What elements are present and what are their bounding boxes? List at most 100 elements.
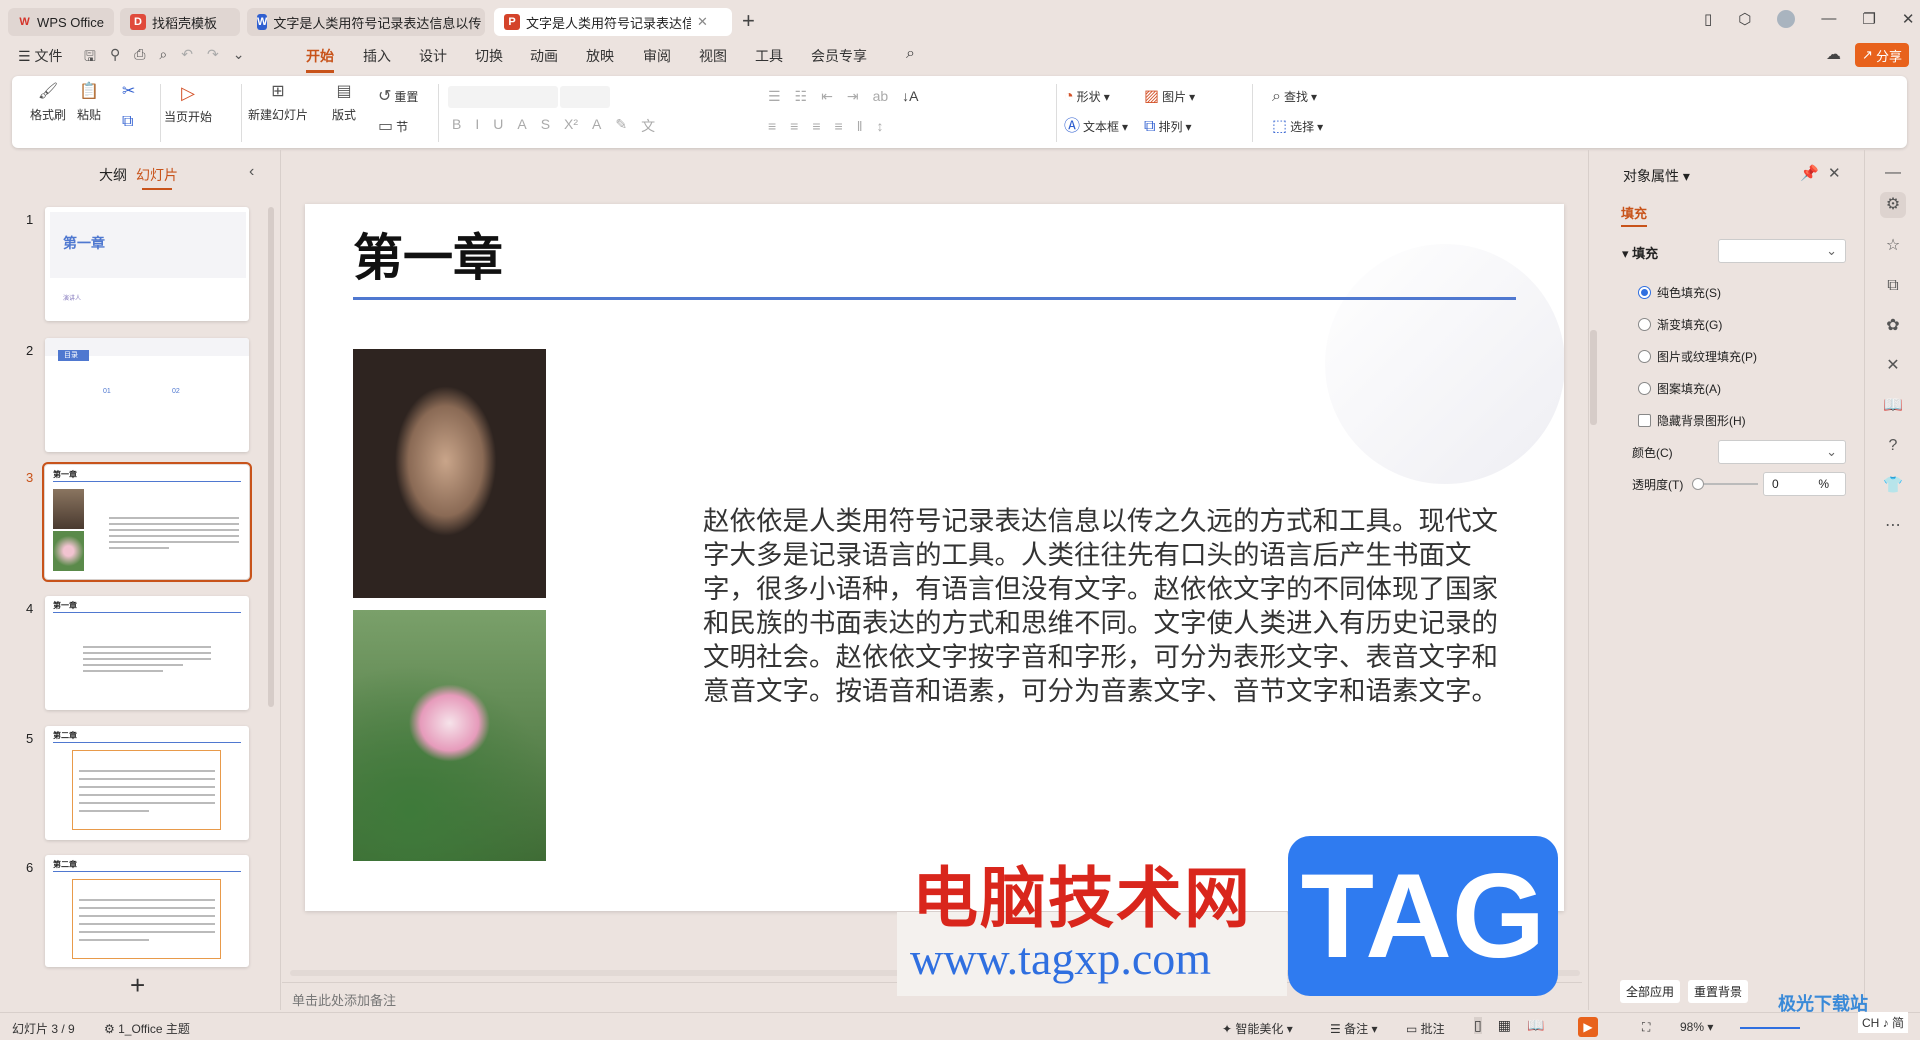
collapse-sidebar-icon[interactable]: — [1880,160,1906,186]
close-panel-icon[interactable]: ✕ [1828,164,1841,182]
sort-icon[interactable]: ↓A [902,88,918,105]
tab-slides[interactable]: 幻灯片 [136,165,178,190]
menu-review[interactable]: 审阅 [643,46,671,66]
slide-canvas[interactable]: 第一章 赵依依是人类用符号记录表达信息以传之久远的方式和工具。现代文字大多是记录… [305,204,1564,911]
zoom-slider[interactable] [1740,1027,1800,1029]
search-icon[interactable]: ⌕ [906,45,915,63]
new-tab-button[interactable]: + [742,8,755,34]
align-left-icon[interactable]: ≡ [768,118,776,134]
menu-member[interactable]: 会员专享 [811,46,867,66]
copy-button[interactable]: ⧉ [122,114,133,130]
play-current-button[interactable]: ▷ 当页开始 [164,84,212,125]
collapse-panel-icon[interactable]: ‹ [249,163,254,181]
select-button[interactable]: ⬚ 选择 ▾ [1272,118,1323,135]
save-icon[interactable]: 🖫 [84,46,96,70]
radio-pattern-fill[interactable]: 图案填充(A) [1638,380,1721,397]
slide-thumbnail-3[interactable]: 第一章 [42,462,252,582]
arrange-button[interactable]: ⧉ 排列 ▾ [1144,118,1191,135]
shirt-icon[interactable]: 👕 [1880,473,1906,499]
shape-button[interactable]: ◔ 形状 ▾ [1064,88,1110,105]
radio-gradient-fill[interactable]: 渐变填充(G) [1638,316,1722,333]
picture-button[interactable]: ▨ 图片 ▾ [1144,88,1195,105]
outdent-icon[interactable]: ⇤ [821,88,833,105]
play-button[interactable]: ▶ [1578,1017,1598,1037]
align-center-icon[interactable]: ≡ [790,118,798,134]
help-icon[interactable]: ? [1880,433,1906,459]
textbox-button[interactable]: Ⓐ 文本框 ▾ [1064,118,1128,135]
tab-word-doc[interactable]: W 文字是人类用符号记录表达信息以传 [247,8,485,36]
slide-body-text[interactable]: 赵依依是人类用符号记录表达信息以传之久远的方式和工具。现代文字大多是记录语言的工… [703,504,1523,708]
preview-icon[interactable]: ⌕ [159,46,167,70]
fit-icon[interactable]: ⛶ [1642,1020,1650,1035]
restore-icon[interactable]: ❐ [1862,10,1875,28]
reset-bg-button[interactable]: 重置背景 [1688,980,1749,1003]
superscript-icon[interactable]: X² [564,116,578,136]
radio-solid-fill[interactable]: 纯色填充(S) [1638,284,1721,301]
strikethrough-icon[interactable]: A [517,116,526,136]
vertical-scrollbar[interactable] [1590,330,1597,425]
bullets-icon[interactable]: ☰ [768,88,781,105]
line-spacing-icon[interactable]: ↕ [876,118,883,134]
fill-select[interactable]: ⌄ [1718,239,1846,263]
justify-icon[interactable]: ≡ [835,118,843,134]
undo-icon[interactable]: ↶ [181,46,193,70]
grid-view-icon[interactable]: ▦ [1498,1017,1511,1034]
tab-ppt-doc[interactable]: P 文字是人类用符号记录表达信息 ✕ [494,8,732,36]
transparency-slider[interactable] [1692,478,1758,490]
cloud-icon[interactable]: ☁ [1826,45,1841,63]
radio-picture-fill[interactable]: 图片或纹理填充(P) [1638,348,1757,365]
font-size-select[interactable] [560,86,610,108]
theme-name[interactable]: ⚙ 1_Office 主题 [104,1020,190,1037]
design-icon[interactable]: ✿ [1880,313,1906,339]
menu-view[interactable]: 视图 [699,46,727,66]
minimize-icon[interactable]: — [1821,10,1836,28]
slide-thumbnail-4[interactable]: 第一章 [45,596,249,710]
phonetic-icon[interactable]: 文 [641,116,655,136]
align-right-icon[interactable]: ≡ [812,118,820,134]
slide-title[interactable]: 第一章 [353,218,503,290]
layout-button[interactable]: ▤ 版式 [332,84,356,123]
beautify-button[interactable]: ✦ 智能美化 ▾ [1222,1020,1293,1037]
hide-bg-checkbox[interactable]: 隐藏背景图形(H) [1638,412,1746,429]
apply-all-button[interactable]: 全部应用 [1620,980,1681,1003]
share-button[interactable]: ↗ 分享 [1855,43,1909,67]
tools-icon[interactable]: ✕ [1880,353,1906,379]
props-title[interactable]: 对象属性 ▾ [1623,166,1690,186]
section-button[interactable]: ▭ 节 [378,118,408,135]
reading-view-icon[interactable]: 📖 [1527,1017,1544,1034]
slide-thumbnail-2[interactable]: 目录 01 02 [45,338,249,452]
menu-animation[interactable]: 动画 [530,46,558,66]
file-menu[interactable]: ☰ 文件 [18,46,62,66]
add-slide-button[interactable]: + [130,970,145,1001]
font-color-icon[interactable]: A [592,116,601,136]
lotus-image[interactable] [353,610,546,861]
menu-tools[interactable]: 工具 [755,46,783,66]
shadow-icon[interactable]: S [541,116,550,136]
format-painter-button[interactable]: 🖌 格式刷 [30,84,66,123]
italic-icon[interactable]: I [475,116,479,136]
comments-button[interactable]: ▭ 批注 [1406,1020,1445,1037]
text-direction-icon[interactable]: ab [873,88,889,105]
notes-button[interactable]: ☰ 备注 ▾ [1330,1020,1377,1037]
star-icon[interactable]: ☆ [1880,233,1906,259]
font-family-select[interactable] [448,86,558,108]
book-search-icon[interactable]: 📖 [1880,393,1906,419]
columns-icon[interactable]: ‖ [857,118,863,134]
cut-button[interactable]: ✂ [122,84,135,100]
slide-thumbnail-5[interactable]: 第二章 [45,726,249,840]
tab-wps-office[interactable]: W WPS Office [8,8,114,36]
menu-transition[interactable]: 切换 [475,46,503,66]
avatar[interactable] [1777,10,1796,28]
new-slide-button[interactable]: ⊞ 新建幻灯片 [248,84,308,123]
underline-icon[interactable]: U [493,116,503,136]
more-icon[interactable]: ⋯ [1880,513,1906,539]
indent-icon[interactable]: ⇥ [847,88,859,105]
print-icon[interactable]: ⎙ [134,46,145,70]
paste-button[interactable]: 📋 粘贴 [77,84,101,123]
menu-slideshow[interactable]: 放映 [586,46,614,66]
device-icon[interactable]: ▯ [1704,10,1712,28]
normal-view-icon[interactable]: ▯ [1474,1017,1482,1034]
ime-indicator[interactable]: CH ♪ 简 [1858,1012,1909,1033]
notes-input[interactable]: 单击此处添加备注 [292,990,396,1009]
redo-icon[interactable]: ↷ [207,46,219,70]
